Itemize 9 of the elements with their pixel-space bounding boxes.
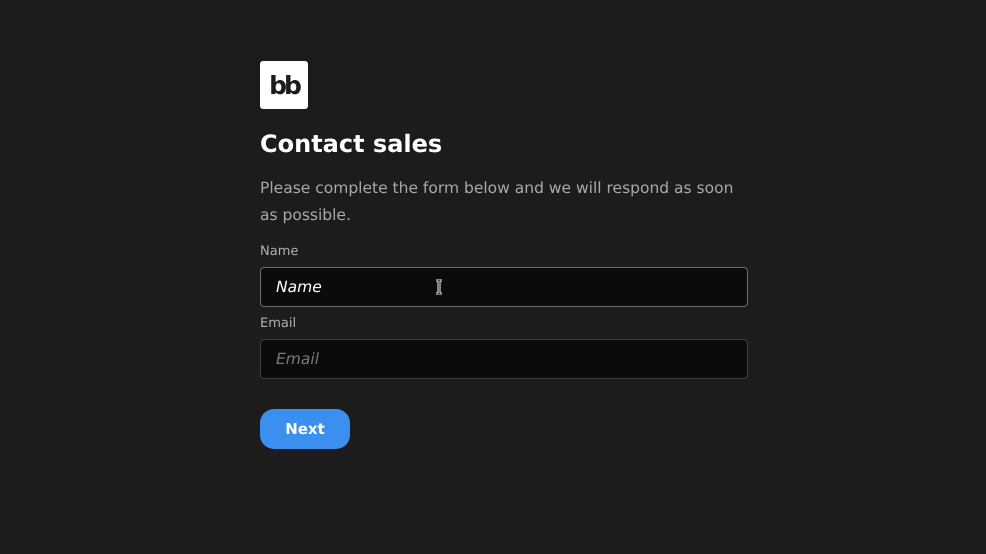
description: Please complete the form below and we will respond as soon as possible. bbox=[260, 178, 734, 226]
input-field[interactable]: Name bbox=[260, 267, 748, 307]
page-title: Contact sales bbox=[260, 129, 444, 160]
input-field[interactable]: Email bbox=[260, 339, 748, 379]
text-cursor-icon bbox=[435, 279, 443, 295]
field-label: Name bbox=[260, 243, 300, 261]
next-button[interactable]: Next bbox=[260, 409, 350, 449]
field-label: Email bbox=[260, 315, 298, 333]
logo: bb bbox=[260, 61, 308, 109]
